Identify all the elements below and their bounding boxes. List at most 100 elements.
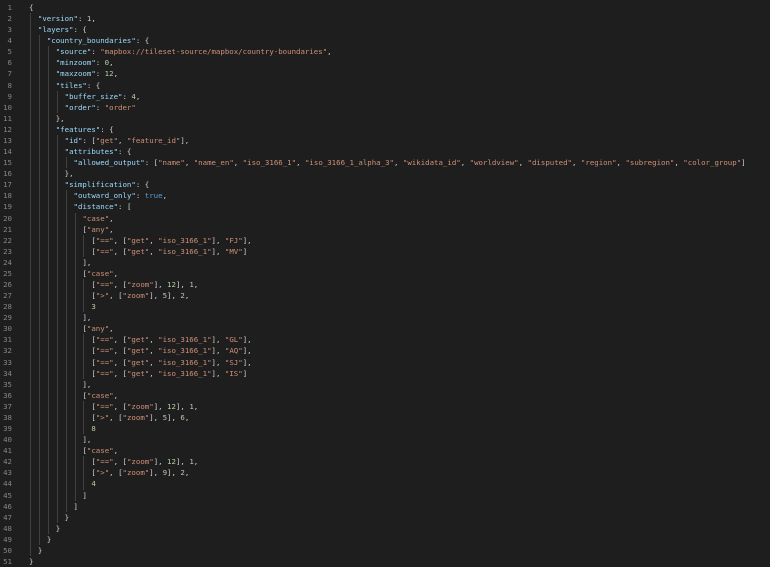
code-editor[interactable]: 1 2 3 4 5 6 7 8 9 10 11 12 13 14 15 16 17 18 19 20 21 22 23 24 2… — [0, 0, 770, 567]
code-area[interactable]: { "version": 1, "layers": {"country_bounda… — [29, 0, 770, 567]
code-line[interactable]: "version": 1, — [38, 13, 96, 24]
code-token: , — [184, 468, 190, 478]
code-line[interactable]: 4 — [91, 478, 95, 489]
code-token: ], — [180, 135, 190, 145]
line-number: 49 — [3, 534, 12, 544]
line-number: 1 — [7, 3, 12, 12]
code-token: 12 — [167, 280, 176, 289]
code-line[interactable]: "simplification": { — [65, 179, 150, 190]
code-token: } — [64, 512, 70, 522]
code-token: "==" — [95, 401, 114, 411]
code-line[interactable]: { — [29, 2, 33, 13]
code-line[interactable]: ["==", ["zoom"], 12], 1, — [91, 401, 198, 412]
line-number: 4 — [7, 36, 12, 46]
line-number: 39 — [3, 424, 12, 434]
code-line[interactable]: ["==", ["zoom"], 12], 1, — [91, 279, 198, 290]
code-token: , — [149, 246, 159, 256]
code-line[interactable]: "outward_only": true, — [74, 190, 167, 201]
code-token: "wikidata_id" — [402, 158, 461, 168]
code-line[interactable]: ], — [82, 257, 91, 268]
code-line[interactable]: [">", ["zoom"], 5], 2, — [91, 290, 189, 301]
code-token: : — [135, 191, 145, 201]
code-token: , — [572, 158, 581, 168]
code-line[interactable]: "id": ["get", "feature_id"], — [65, 135, 190, 146]
code-line[interactable]: }, — [65, 168, 74, 179]
indent-guide — [83, 234, 85, 257]
code-line[interactable]: } — [56, 523, 60, 534]
line-number: 31 — [3, 335, 12, 345]
code-line[interactable]: ], — [82, 379, 91, 390]
code-line[interactable]: 8 — [91, 423, 95, 434]
code-line[interactable]: ["==", ["get", "iso_3166_1"], "FJ"], — [91, 235, 251, 246]
code-line[interactable]: ["==", ["get", "iso_3166_1"], "IS"] — [91, 368, 247, 379]
code-line[interactable]: ["==", ["get", "iso_3166_1"], "MV"] — [91, 246, 247, 257]
code-line[interactable]: "minzoom": 0, — [56, 57, 114, 68]
code-line[interactable]: ] — [74, 501, 78, 512]
code-token: "iso_3166_1" — [242, 158, 297, 168]
code-line[interactable]: ["case", — [82, 390, 118, 401]
code-line[interactable]: ], — [82, 312, 91, 323]
code-line[interactable]: [">", ["zoom"], 9], 2, — [91, 467, 189, 478]
code-line[interactable]: ], — [82, 434, 91, 445]
code-line[interactable]: "order": "order" — [65, 102, 136, 113]
code-line[interactable]: "tiles": { — [56, 80, 101, 91]
code-line[interactable]: "distance": [ — [74, 201, 132, 212]
code-token: "SJ" — [224, 357, 243, 367]
code-line[interactable]: "country_boundaries": { — [47, 35, 149, 46]
code-line[interactable]: ["==", ["zoom"], 12], 1, — [91, 456, 198, 467]
code-line[interactable]: "source": "mapbox://tileset-source/mapbo… — [56, 46, 332, 57]
code-line[interactable]: "case", — [82, 213, 113, 224]
code-line[interactable]: "allowed_output": ["name", "name_en", "i… — [74, 157, 746, 168]
code-token: ], — [167, 291, 181, 301]
code-token: ] — [242, 368, 248, 378]
code-line[interactable]: ["any", — [82, 323, 113, 334]
line-number: 11 — [3, 113, 12, 123]
code-line[interactable]: ] — [82, 490, 86, 501]
code-line[interactable]: "attributes": { — [65, 146, 132, 157]
code-token: , — [184, 291, 190, 301]
indent-guide — [47, 46, 49, 534]
code-line[interactable]: ["==", ["get", "iso_3166_1"], "SJ"], — [91, 357, 251, 368]
code-token: "iso_3166_1_alpha_3" — [304, 158, 394, 168]
line-number: 51 — [3, 557, 12, 566]
line-number: 18 — [3, 191, 12, 201]
code-token: "==" — [95, 335, 114, 345]
code-token: "get" — [126, 335, 150, 345]
code-line[interactable]: }, — [56, 113, 65, 124]
code-token: ], — [211, 335, 225, 345]
code-token: "GL" — [224, 335, 243, 345]
code-line[interactable]: } — [47, 534, 51, 545]
code-line[interactable]: ["==", ["get", "iso_3166_1"], "AQ"], — [91, 345, 251, 356]
code-token: "feature_id" — [126, 135, 181, 145]
code-line[interactable]: "layers": { — [38, 24, 87, 35]
code-line[interactable]: 3 — [91, 301, 95, 312]
code-line[interactable]: ["case", — [82, 445, 118, 456]
code-line[interactable]: } — [65, 512, 69, 523]
code-line[interactable]: } — [38, 545, 42, 556]
code-line[interactable]: "features": { — [56, 124, 114, 135]
code-token: "minzoom" — [55, 58, 96, 68]
indent-guide — [83, 456, 85, 490]
code-line[interactable]: } — [29, 556, 33, 567]
code-token: ] — [741, 158, 746, 168]
code-token: ], — [211, 346, 225, 356]
code-token: "get" — [95, 135, 119, 145]
code-line[interactable]: [">", ["zoom"], 5], 6, — [91, 412, 189, 423]
line-number: 34 — [3, 368, 12, 378]
code-line[interactable]: ["any", — [82, 224, 113, 235]
code-token: "IS" — [224, 368, 243, 378]
code-token: ], — [211, 357, 225, 367]
indent-guide — [65, 190, 67, 512]
code-token: "source" — [55, 47, 92, 57]
code-token: ], — [149, 412, 163, 422]
code-token: , [ — [113, 346, 127, 356]
code-token: , [ — [113, 357, 127, 367]
line-number: 27 — [3, 291, 12, 301]
code-line[interactable]: ["case", — [82, 268, 118, 279]
code-token: "iso_3166_1" — [158, 335, 212, 345]
code-line[interactable]: ["==", ["get", "iso_3166_1"], "GL"], — [91, 334, 251, 345]
code-token: "allowed_output" — [73, 158, 145, 168]
code-line[interactable]: "buffer_size": 4, — [65, 91, 141, 102]
code-token: "zoom" — [126, 457, 154, 467]
code-line[interactable]: "maxzoom": 12, — [56, 68, 118, 79]
